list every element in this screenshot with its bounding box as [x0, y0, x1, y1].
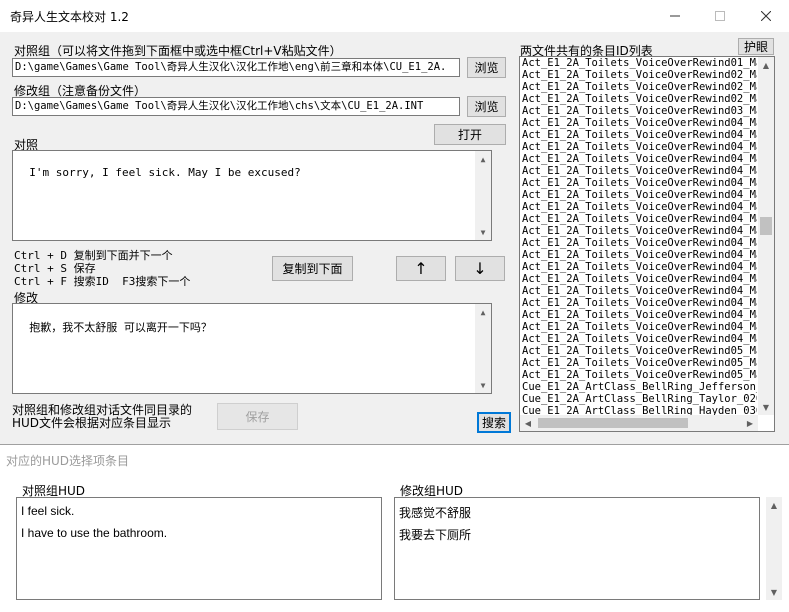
id-list-item[interactable]: Act_E1_2A_Toilets_VoiceOverRewind04_Max	[520, 261, 757, 273]
scroll-right-icon[interactable]: ▶	[742, 415, 758, 431]
search-button[interactable]: 搜索	[477, 412, 511, 433]
reference-label: 对照组（可以将文件拖到下面框中或选中框Ctrl+V粘贴文件）	[14, 44, 342, 58]
id-list-item[interactable]: Act_E1_2A_Toilets_VoiceOverRewind02_Max	[520, 69, 757, 81]
maximize-button[interactable]	[697, 0, 743, 32]
scroll-down-icon[interactable]: ▼	[758, 399, 774, 415]
id-list-hscrollbar[interactable]: ◀ ▶	[520, 415, 758, 431]
shortcut-line-1: Ctrl + D 复制到下面并下一个	[14, 249, 173, 262]
id-list-item[interactable]: Act_E1_2A_Toilets_VoiceOverRewind02_Max	[520, 93, 757, 105]
scroll-left-icon[interactable]: ◀	[520, 415, 536, 431]
id-list-item[interactable]: Cue_E1_2A_ArtClass_BellRing_Taylor_020	[520, 393, 757, 405]
scroll-down-icon[interactable]: ▼	[475, 377, 491, 393]
id-list-item[interactable]: Act_E1_2A_Toilets_VoiceOverRewind04_Max	[520, 333, 757, 345]
id-list-item[interactable]: Act_E1_2A_Toilets_VoiceOverRewind04_Max	[520, 225, 757, 237]
id-list-item[interactable]: Cue_E1_2A_ArtClass_BellRing_Jefferson_0	[520, 381, 757, 393]
compare-scrollbar[interactable]: ▲ ▼	[475, 151, 491, 240]
close-button[interactable]	[743, 0, 789, 32]
copy-down-button[interactable]: 复制到下面	[272, 256, 353, 281]
mod-hud-line: 我感觉不舒服	[399, 506, 472, 520]
scroll-down-icon[interactable]: ▼	[475, 224, 491, 240]
id-list-item[interactable]: Act_E1_2A_Toilets_VoiceOverRewind04_Max	[520, 273, 757, 285]
hscroll-thumb[interactable]	[538, 418, 688, 428]
scroll-down-icon[interactable]: ▼	[766, 584, 782, 600]
modified-browse-button[interactable]: 浏览	[467, 96, 506, 117]
compare-text: I'm sorry, I feel sick. May I be excused…	[29, 166, 301, 179]
reference-browse-button[interactable]: 浏览	[467, 57, 506, 78]
open-button[interactable]: 打开	[434, 124, 506, 145]
id-list-item[interactable]: Act_E1_2A_Toilets_VoiceOverRewind04_Max	[520, 153, 757, 165]
id-list-item[interactable]: Act_E1_2A_Toilets_VoiceOverRewind04_Max	[520, 237, 757, 249]
id-list-item[interactable]: Act_E1_2A_Toilets_VoiceOverRewind04_Max	[520, 177, 757, 189]
id-list-item[interactable]: Act_E1_2A_Toilets_VoiceOverRewind04_Max	[520, 189, 757, 201]
id-list-item[interactable]: Act_E1_2A_Toilets_VoiceOverRewind04_Max	[520, 141, 757, 153]
id-list-item[interactable]: Act_E1_2A_Toilets_VoiceOverRewind04_Max	[520, 129, 757, 141]
id-list-item[interactable]: Act_E1_2A_Toilets_VoiceOverRewind04_Max	[520, 285, 757, 297]
hud-section-label: 对应的HUD选择项条目	[6, 454, 130, 468]
id-list-item[interactable]: Act_E1_2A_Toilets_VoiceOverRewind02_Max	[520, 81, 757, 93]
id-list-item[interactable]: Act_E1_2A_Toilets_VoiceOverRewind03_Max	[520, 105, 757, 117]
save-button[interactable]: 保存	[217, 403, 298, 430]
maximize-icon	[715, 11, 725, 21]
scroll-up-icon[interactable]: ▲	[758, 57, 774, 73]
modified-path-input[interactable]: D:\game\Games\Game Tool\奇异人生汉化\汉化工作地\chs…	[12, 97, 460, 116]
close-icon	[761, 11, 771, 21]
hud-note-line-2: HUD文件会根据对应条目显示	[12, 416, 172, 430]
edit-scrollbar[interactable]: ▲ ▼	[475, 304, 491, 393]
scroll-up-icon[interactable]: ▲	[475, 304, 491, 320]
ref-hud-box[interactable]: I feel sick. I have to use the bathroom.	[16, 497, 382, 600]
id-list-item[interactable]: Act_E1_2A_Toilets_VoiceOverRewind04_Max	[520, 321, 757, 333]
id-list-item[interactable]: Act_E1_2A_Toilets_VoiceOverRewind04_Max	[520, 201, 757, 213]
shortcut-line-2: Ctrl + S 保存	[14, 262, 96, 275]
id-list-item[interactable]: Act_E1_2A_Toilets_VoiceOverRewind04_Max	[520, 213, 757, 225]
ref-hud-line: I feel sick.	[21, 504, 75, 518]
next-button[interactable]: ↓	[455, 256, 505, 281]
shortcut-line-3: Ctrl + F 搜索ID F3搜索下一个	[14, 275, 191, 288]
edit-textarea[interactable]: 抱歉，我不太舒服 可以离开一下吗？ ▲ ▼	[12, 303, 492, 394]
hud-scrollbar[interactable]: ▲ ▼	[766, 497, 782, 600]
mod-hud-box[interactable]: 我感觉不舒服 我要去下厕所	[394, 497, 760, 600]
reference-path-input[interactable]: D:\game\Games\Game Tool\奇异人生汉化\汉化工作地\eng…	[12, 58, 460, 77]
edit-text: 抱歉，我不太舒服 可以离开一下吗？	[29, 321, 212, 334]
ref-hud-line: I have to use the bathroom.	[21, 526, 168, 540]
id-list-item[interactable]: Act_E1_2A_Toilets_VoiceOverRewind01_Max	[520, 57, 757, 69]
id-list-item[interactable]: Act_E1_2A_Toilets_VoiceOverRewind04_Max	[520, 165, 757, 177]
compare-textarea[interactable]: I'm sorry, I feel sick. May I be excused…	[12, 150, 492, 241]
minimize-icon	[670, 15, 680, 17]
window-title: 奇异人生文本校对 1.2	[10, 10, 129, 24]
id-list-item[interactable]: Act_E1_2A_Toilets_VoiceOverRewind04_Max	[520, 117, 757, 129]
scroll-up-icon[interactable]: ▲	[475, 151, 491, 167]
id-listbox[interactable]: Act_E1_2A_Toilets_VoiceOverRewind01_Max A…	[519, 56, 775, 432]
id-list-item[interactable]: Act_E1_2A_Toilets_VoiceOverRewind04_Max	[520, 297, 757, 309]
mod-hud-line: 我要去下厕所	[399, 528, 472, 542]
protect-eye-button[interactable]: 护眼	[738, 38, 774, 55]
id-list-item[interactable]: Act_E1_2A_Toilets_VoiceOverRewind05_Max	[520, 369, 757, 381]
id-list-vscrollbar[interactable]: ▲ ▼	[758, 57, 774, 415]
previous-button[interactable]: ↑	[396, 256, 446, 281]
id-list-item[interactable]: Act_E1_2A_Toilets_VoiceOverRewind04_Max	[520, 309, 757, 321]
scroll-thumb[interactable]	[760, 217, 772, 235]
minimize-button[interactable]	[652, 0, 698, 32]
id-list-item[interactable]: Act_E1_2A_Toilets_VoiceOverRewind05_Max	[520, 357, 757, 369]
id-list-item[interactable]: Act_E1_2A_Toilets_VoiceOverRewind04_Max	[520, 249, 757, 261]
scroll-up-icon[interactable]: ▲	[766, 497, 782, 513]
id-list-items: Act_E1_2A_Toilets_VoiceOverRewind01_Max A…	[520, 57, 757, 431]
id-list-item[interactable]: Act_E1_2A_Toilets_VoiceOverRewind05_Max	[520, 345, 757, 357]
